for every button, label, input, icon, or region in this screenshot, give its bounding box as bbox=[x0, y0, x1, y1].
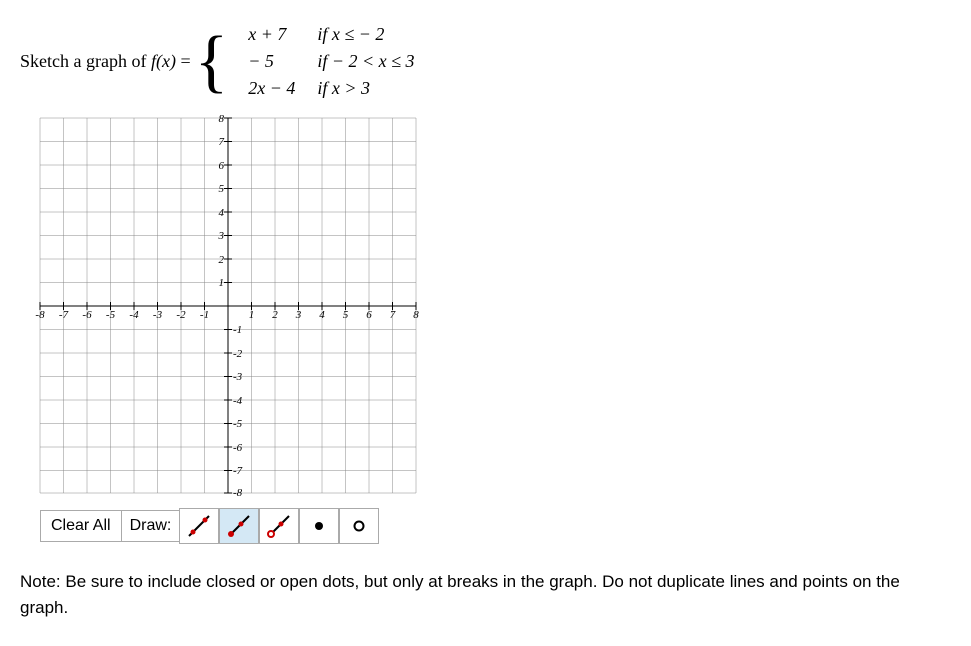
svg-text:1: 1 bbox=[219, 277, 225, 289]
piece-expr-0: x + 7 bbox=[248, 24, 286, 44]
svg-text:-7: -7 bbox=[59, 309, 69, 321]
clear-all-button[interactable]: Clear All bbox=[40, 510, 122, 542]
svg-text:-7: -7 bbox=[233, 465, 243, 477]
piece-cond-2: if x > 3 bbox=[317, 78, 370, 98]
open-dot-tool[interactable] bbox=[339, 508, 379, 544]
ray-closed-icon bbox=[225, 512, 253, 540]
svg-text:8: 8 bbox=[413, 309, 419, 321]
svg-text:8: 8 bbox=[219, 113, 225, 125]
closed-dot-icon bbox=[305, 512, 333, 540]
line-icon bbox=[185, 512, 213, 540]
question-prompt: Sketch a graph of f(x) = bbox=[20, 51, 191, 72]
svg-text:-3: -3 bbox=[153, 309, 163, 321]
graph-canvas[interactable]: -8 -7 -6 -5 -4 -3 -2 -1 1 2 3 4 5 6 7 8 8 7 6 5 4 3 2 1… bbox=[25, 113, 951, 503]
question-row: Sketch a graph of f(x) = { x + 7 if x ≤ … bbox=[20, 20, 951, 103]
svg-text:7: 7 bbox=[219, 136, 225, 148]
ray-open-icon bbox=[265, 512, 293, 540]
brace: { bbox=[195, 27, 229, 97]
svg-text:7: 7 bbox=[390, 309, 396, 321]
svg-text:4: 4 bbox=[319, 309, 325, 321]
svg-text:-2: -2 bbox=[176, 309, 186, 321]
svg-text:2: 2 bbox=[219, 254, 225, 266]
svg-text:6: 6 bbox=[366, 309, 372, 321]
svg-text:-3: -3 bbox=[233, 371, 243, 383]
open-dot-icon bbox=[345, 512, 373, 540]
coordinate-grid[interactable]: -8 -7 -6 -5 -4 -3 -2 -1 1 2 3 4 5 6 7 8 8 7 6 5 4 3 2 1… bbox=[25, 113, 425, 498]
note-text: Note: Be sure to include closed or open … bbox=[20, 569, 940, 620]
svg-text:1: 1 bbox=[249, 309, 255, 321]
svg-text:4: 4 bbox=[219, 207, 225, 219]
function-name: f(x) bbox=[151, 51, 176, 71]
ray-closed-tool[interactable] bbox=[219, 508, 259, 544]
ray-open-tool[interactable] bbox=[259, 508, 299, 544]
svg-text:-4: -4 bbox=[233, 395, 243, 407]
draw-label: Draw: bbox=[122, 510, 180, 542]
svg-text:2: 2 bbox=[272, 309, 278, 321]
svg-text:-4: -4 bbox=[129, 309, 139, 321]
piece-cond-0: if x ≤ − 2 bbox=[317, 24, 384, 44]
line-tool[interactable] bbox=[179, 508, 219, 544]
svg-text:3: 3 bbox=[218, 230, 225, 242]
piecewise-definition: x + 7 if x ≤ − 2 − 5 if − 2 < x ≤ 3 2x −… bbox=[236, 20, 426, 103]
svg-text:-1: -1 bbox=[233, 324, 242, 336]
piece-expr-1: − 5 bbox=[248, 51, 274, 71]
svg-text:6: 6 bbox=[219, 160, 225, 172]
closed-dot-tool[interactable] bbox=[299, 508, 339, 544]
svg-text:-5: -5 bbox=[106, 309, 116, 321]
piece-cond-1: if − 2 < x ≤ 3 bbox=[317, 51, 414, 71]
svg-text:-6: -6 bbox=[233, 442, 243, 454]
svg-text:3: 3 bbox=[295, 309, 302, 321]
svg-text:-8: -8 bbox=[35, 309, 45, 321]
svg-text:-6: -6 bbox=[82, 309, 92, 321]
draw-toolbar: Clear All Draw: bbox=[40, 508, 951, 544]
svg-text:-2: -2 bbox=[233, 348, 243, 360]
svg-text:5: 5 bbox=[343, 309, 349, 321]
equals: = bbox=[176, 51, 191, 71]
svg-text:-8: -8 bbox=[233, 487, 243, 498]
prompt-prefix: Sketch a graph of bbox=[20, 51, 151, 71]
svg-text:-1: -1 bbox=[200, 309, 209, 321]
svg-text:5: 5 bbox=[219, 183, 225, 195]
svg-text:-5: -5 bbox=[233, 418, 243, 430]
piece-expr-2: 2x − 4 bbox=[248, 78, 295, 98]
